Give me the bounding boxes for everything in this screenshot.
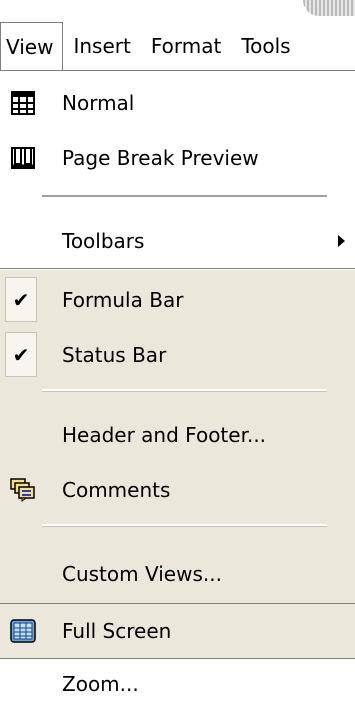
menu-item-normal[interactable]: Normal — [0, 75, 355, 130]
menu-item-comments-label: Comments — [62, 477, 171, 502]
menu-format-label: Format — [150, 34, 222, 58]
menu-group-divider — [0, 268, 355, 269]
full-screen-icon — [10, 618, 36, 644]
menu-item-toolbars-label: Toolbars — [62, 228, 145, 253]
menu-item-comments[interactable]: Comments — [0, 462, 355, 517]
menu-item-header-footer-label: Header and Footer... — [62, 422, 267, 447]
menu-item-zoom-label: Zoom... — [62, 672, 139, 696]
menu-insert[interactable]: Insert — [63, 23, 140, 69]
submenu-arrow-icon — [338, 234, 345, 247]
menu-item-status-bar[interactable]: ✔ Status Bar — [0, 327, 355, 382]
menu-separator — [42, 389, 327, 392]
menu-tools[interactable]: Tools — [231, 23, 300, 69]
menu-item-normal-label: Normal — [62, 90, 135, 115]
menu-item-custom-views[interactable]: Custom Views... — [0, 546, 355, 601]
menu-item-status-bar-label: Status Bar — [62, 342, 167, 367]
menu-format[interactable]: Format — [141, 23, 231, 69]
menu-separator — [42, 524, 327, 527]
menu-separator — [42, 195, 327, 198]
menu-item-toolbars[interactable]: Toolbars — [0, 213, 355, 268]
menu-item-formula-bar[interactable]: ✔ Formula Bar — [0, 272, 355, 327]
menu-item-full-screen-label: Full Screen — [62, 619, 172, 643]
menu-item-custom-views-label: Custom Views... — [62, 561, 222, 586]
excel-view-menu-screenshot: View Insert Format Tools Normal Page Bre… — [0, 0, 355, 708]
menu-view[interactable]: View — [0, 22, 64, 70]
menu-item-full-screen[interactable]: Full Screen — [0, 604, 355, 658]
normal-view-icon — [10, 90, 36, 116]
page-break-preview-icon — [10, 145, 36, 171]
menu-insert-label: Insert — [73, 34, 131, 58]
comments-icon — [10, 477, 36, 503]
menu-item-zoom[interactable]: Zoom... — [0, 661, 355, 707]
menu-tools-label: Tools — [241, 34, 291, 58]
formula-bar-check-icon: ✔ — [5, 277, 37, 322]
menu-item-page-break-preview[interactable]: Page Break Preview — [0, 130, 355, 185]
menu-item-formula-bar-label: Formula Bar — [62, 287, 184, 312]
menu-item-page-break-preview-label: Page Break Preview — [62, 145, 259, 170]
menu-bar: View Insert Format Tools — [0, 22, 355, 70]
menu-view-label: View — [6, 34, 54, 59]
window-corner-decoration — [303, 0, 355, 16]
menu-group-divider — [0, 658, 355, 659]
status-bar-check-icon: ✔ — [5, 332, 37, 377]
view-dropdown-menu: Normal Page Break Preview Toolbars ✔ For… — [0, 70, 355, 708]
menu-item-header-footer[interactable]: Header and Footer... — [0, 407, 355, 462]
